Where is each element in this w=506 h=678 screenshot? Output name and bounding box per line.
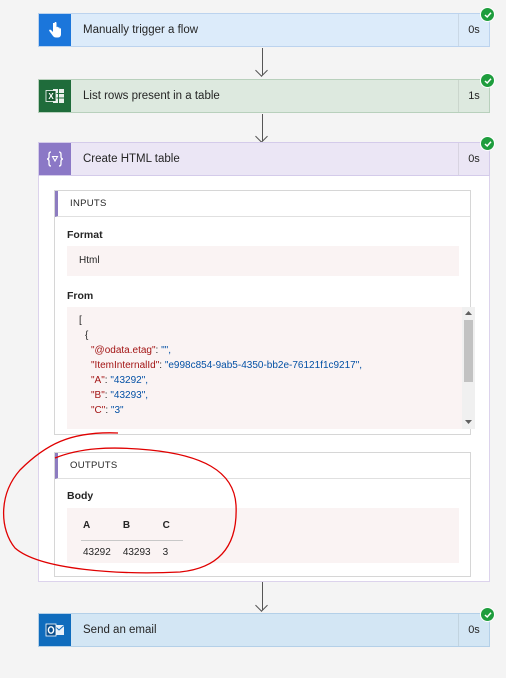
red-annotation-circle (2, 432, 237, 574)
